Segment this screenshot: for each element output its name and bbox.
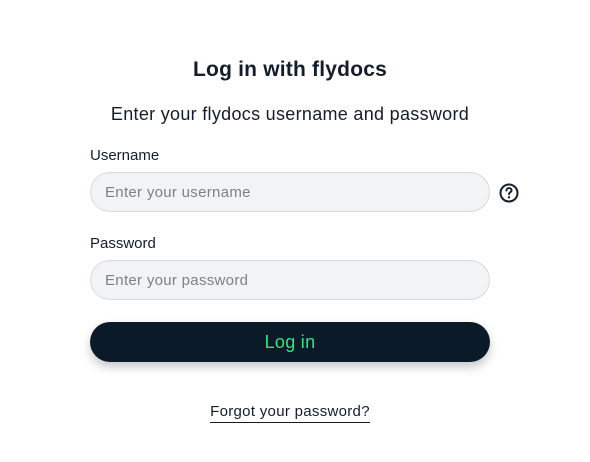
- forgot-password-container: Forgot your password?: [0, 403, 580, 423]
- question-circle-icon[interactable]: [499, 183, 519, 203]
- password-input[interactable]: [91, 261, 489, 299]
- page-title: Log in with flydocs: [193, 58, 387, 81]
- password-label: Password: [90, 235, 156, 252]
- login-button[interactable]: Log in: [90, 322, 490, 362]
- forgot-password-link[interactable]: Forgot your password?: [210, 403, 370, 423]
- page-subtitle: Enter your flydocs username and password: [110, 104, 470, 124]
- username-label: Username: [90, 147, 160, 164]
- username-field-wrapper: [90, 172, 490, 212]
- username-input[interactable]: [91, 173, 489, 211]
- question-circle-icon-graphic: [499, 183, 519, 203]
- login-page: Log in with flydocs Enter your flydocs u…: [0, 0, 590, 462]
- password-field-wrapper: [90, 260, 490, 300]
